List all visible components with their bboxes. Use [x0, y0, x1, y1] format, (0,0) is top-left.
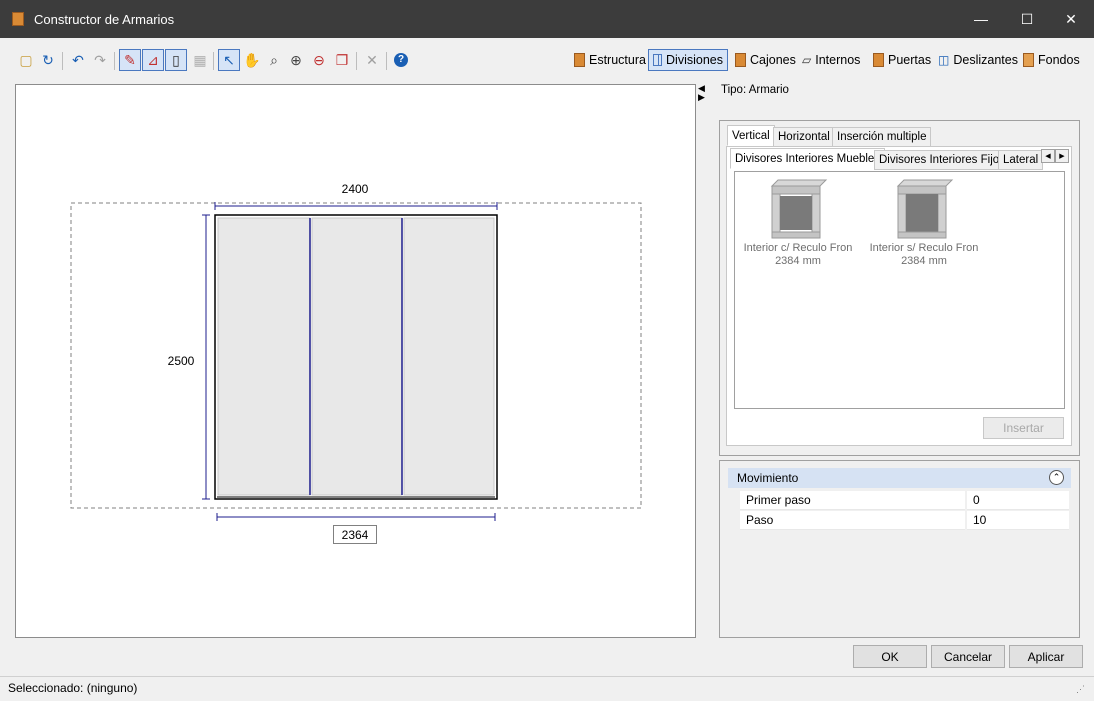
property-section-header[interactable]: Movimiento	[728, 468, 1071, 488]
wardrobe-drawing[interactable]: 2400 2500	[16, 85, 695, 637]
mode-label: Internos	[815, 53, 861, 67]
app-icon	[12, 12, 24, 26]
measure-tool-icon[interactable]: ⊿	[142, 49, 164, 71]
type-label: Tipo: Armario	[721, 84, 789, 96]
mode-divisiones[interactable]: Divisiones	[648, 49, 728, 71]
drawing-canvas[interactable]: 2400 2500 2364	[15, 84, 696, 638]
zoom-out-icon[interactable]: ⊖	[309, 50, 329, 70]
puertas-icon	[873, 53, 884, 67]
property-value-paso[interactable]: 10	[967, 511, 1069, 530]
internos-icon: ▱	[802, 53, 812, 67]
tab-horizontal[interactable]: Horizontal	[773, 127, 835, 147]
tab-divisores-fijos[interactable]: Divisores Interiores Fijos	[874, 150, 1010, 170]
new-icon[interactable]: ▢	[16, 50, 36, 70]
tab-scroll-left-icon[interactable]: ◀	[1041, 149, 1055, 163]
compartment[interactable]	[311, 217, 403, 496]
toolbar-separator	[62, 52, 63, 70]
dim-top-label: 2400	[342, 182, 369, 196]
mode-fondos[interactable]: Fondos	[1019, 49, 1084, 71]
toolbar-separator	[356, 52, 357, 70]
delete-icon[interactable]: ✕	[362, 50, 382, 70]
zoom-in-icon[interactable]: ⊕	[286, 50, 306, 70]
library-item[interactable]: Interior s/ Reculo Fron 2384 mm	[864, 178, 984, 268]
divider-without-setback-icon	[896, 179, 954, 239]
close-button[interactable]: ✕	[1048, 0, 1094, 38]
mode-label: Estructura	[589, 53, 646, 67]
mode-label: Fondos	[1038, 53, 1080, 67]
toolbar-separator	[213, 52, 214, 70]
grid-icon[interactable]: ▦	[190, 50, 210, 70]
mode-cajones[interactable]: Cajones	[731, 49, 800, 71]
deslizantes-icon: ◫	[938, 53, 950, 67]
mode-label: Deslizantes	[953, 53, 1018, 67]
library-item-name: Interior s/ Reculo Fron	[869, 242, 979, 254]
library-item-size: 2384 mm	[775, 255, 821, 267]
divider-with-setback-icon	[770, 179, 828, 239]
title-bar: Constructor de Armarios — ☐ ✕	[0, 0, 1094, 38]
divisiones-icon	[653, 54, 663, 66]
estructura-icon	[574, 53, 585, 67]
tab-lateral[interactable]: Lateral	[998, 150, 1044, 170]
dim-bottom-label[interactable]: 2364	[333, 525, 377, 544]
ok-button[interactable]: OK	[853, 645, 927, 668]
tab-insercion-multiple[interactable]: Inserción multiple	[832, 127, 932, 147]
cancel-button[interactable]: Cancelar	[931, 645, 1005, 668]
tab-vertical[interactable]: Vertical	[727, 125, 775, 146]
refresh-icon[interactable]: ↻	[38, 50, 58, 70]
resize-grip-icon[interactable]: ⋰	[1076, 684, 1085, 695]
redo-icon[interactable]: ↷	[90, 50, 110, 70]
window-title: Constructor de Armarios	[34, 12, 175, 27]
mode-estructura[interactable]: Estructura	[570, 49, 650, 71]
toolbar-separator	[386, 52, 387, 70]
toolbar-separator	[114, 52, 115, 70]
zoom-extents-icon[interactable]: ⌕	[264, 50, 284, 70]
tab-divisores-muebles[interactable]: Divisores Interiores Muebles	[730, 148, 886, 169]
property-name: Primer paso	[740, 491, 965, 510]
compartment[interactable]	[217, 217, 311, 496]
cajones-icon	[735, 53, 746, 67]
property-name: Paso	[740, 511, 965, 530]
pan-hand-icon[interactable]: ✋	[242, 50, 262, 70]
library-item-name: Interior c/ Reculo Fron	[743, 242, 853, 254]
library-item-size: 2384 mm	[901, 255, 947, 267]
fondos-icon	[1023, 53, 1034, 67]
maximize-button[interactable]: ☐	[1004, 0, 1050, 38]
tab-scroll-right-icon[interactable]: ▶	[1055, 149, 1069, 163]
status-text: Seleccionado: (ninguno)	[8, 681, 138, 695]
insert-button[interactable]: Insertar	[983, 417, 1064, 439]
panel-tool-icon[interactable]: ▯	[165, 49, 187, 71]
collapse-section-icon[interactable]: ⌃	[1049, 470, 1064, 485]
dim-left-label: 2500	[168, 354, 195, 368]
collapse-arrow-icon[interactable]: ◀ ▶	[698, 84, 705, 102]
select-pointer-icon[interactable]: ↖	[218, 49, 240, 71]
minimize-button[interactable]: —	[958, 0, 1004, 38]
compartment[interactable]	[403, 217, 495, 496]
library-item[interactable]: Interior c/ Reculo Fron 2384 mm	[738, 178, 858, 268]
mode-label: Divisiones	[666, 53, 723, 67]
mode-label: Cajones	[750, 53, 796, 67]
mode-internos[interactable]: ▱ Internos	[798, 49, 864, 71]
mode-label: Puertas	[888, 53, 932, 67]
mode-deslizantes[interactable]: ◫ Deslizantes	[934, 49, 1022, 71]
property-value-primer-paso[interactable]: 0	[967, 491, 1069, 510]
apply-button[interactable]: Aplicar	[1009, 645, 1083, 668]
window-icon[interactable]: ❐	[332, 50, 352, 70]
undo-icon[interactable]: ↶	[68, 50, 88, 70]
help-icon[interactable]: ?	[391, 50, 411, 70]
status-bar: Seleccionado: (ninguno) ⋰	[0, 676, 1094, 701]
mode-puertas[interactable]: Puertas	[869, 49, 935, 71]
draw-tool-icon[interactable]: ✎	[119, 49, 141, 71]
section-title: Movimiento	[737, 471, 799, 485]
